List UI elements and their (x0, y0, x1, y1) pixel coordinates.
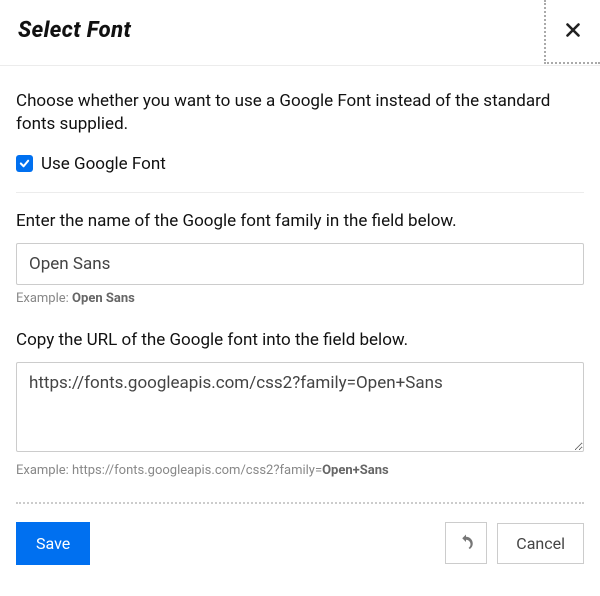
intro-text: Choose whether you want to use a Google … (16, 90, 584, 136)
reset-button[interactable] (445, 522, 487, 564)
use-google-font-row: Use Google Font (16, 154, 584, 174)
font-url-example: Example: https://fonts.googleapis.com/cs… (16, 463, 584, 478)
dialog-body: Choose whether you want to use a Google … (0, 66, 600, 478)
font-name-label: Enter the name of the Google font family… (16, 211, 584, 231)
cancel-button[interactable]: Cancel (497, 523, 584, 564)
dialog-title: Select Font (18, 18, 582, 43)
font-name-input[interactable] (16, 243, 584, 285)
undo-icon (457, 533, 475, 554)
check-icon (19, 154, 30, 174)
save-button[interactable]: Save (16, 522, 90, 565)
font-url-input[interactable] (16, 362, 584, 452)
font-name-example: Example: Open Sans (16, 291, 584, 306)
example-value: Open Sans (72, 291, 135, 306)
dialog-header: Select Font (0, 0, 600, 66)
section-divider (16, 192, 584, 193)
dialog-footer: Save Cancel (16, 502, 584, 565)
use-google-font-checkbox[interactable] (16, 155, 33, 172)
example-prefix: Example: (16, 291, 72, 306)
font-url-label: Copy the URL of the Google font into the… (16, 330, 584, 350)
example-value: Open+Sans (322, 463, 389, 478)
close-button[interactable] (544, 0, 600, 64)
close-icon (566, 22, 580, 41)
example-prefix: Example: https://fonts.googleapis.com/cs… (16, 463, 322, 478)
use-google-font-label: Use Google Font (41, 154, 166, 174)
